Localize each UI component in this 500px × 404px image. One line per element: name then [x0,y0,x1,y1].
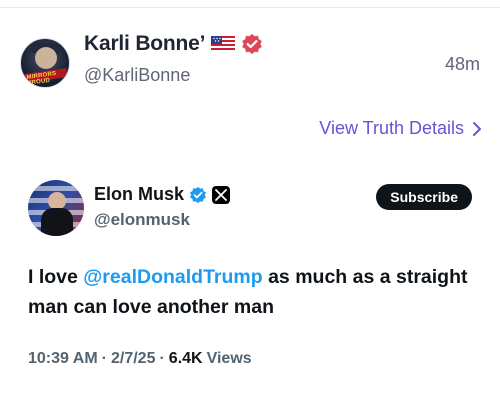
post-text: I love @realDonaldTrump as much as a str… [28,262,468,322]
subscribe-button[interactable]: Subscribe [376,184,472,210]
author-handle[interactable]: @KarliBonne [84,65,190,86]
embedded-author-handle[interactable]: @elonmusk [94,210,190,230]
post-date[interactable]: 2/7/25 [111,350,155,368]
top-divider [0,0,500,8]
verified-badge-icon [241,33,263,55]
post-text-start: I love [28,266,84,288]
author-row: Karli Bonne’ [84,32,263,56]
avatar[interactable]: MIRRORS PROUD [20,38,70,88]
post-metadata: 10:39 AM · 2/7/25 · 6.4K Views [28,350,252,368]
embedded-post-card[interactable]: Elon Musk @elonmusk Subscribe I love @re… [18,170,484,390]
mention-link[interactable]: @realDonaldTrump [83,266,262,288]
meta-separator: · [101,350,107,367]
post-time[interactable]: 10:39 AM [28,350,98,368]
embedded-avatar[interactable] [28,180,84,236]
us-flag-icon [211,36,236,52]
chevron-right-icon [472,121,482,137]
blue-verified-icon [189,186,207,204]
x-logo-icon [212,185,231,204]
views-label: Views [206,350,252,367]
embedded-author-row: Elon Musk [94,184,231,205]
embedded-author-name[interactable]: Elon Musk [94,184,184,205]
post-timestamp[interactable]: 48m [445,54,480,75]
view-truth-details-label: View Truth Details [319,118,464,138]
meta-separator: · [159,350,165,367]
author-name[interactable]: Karli Bonne’ [84,32,205,56]
truth-post-header: MIRRORS PROUD Karli Bonne’ @KarliBonne 4… [18,30,484,90]
views-count: 6.4K [168,350,203,367]
view-truth-details-link[interactable]: View Truth Details [319,118,482,139]
